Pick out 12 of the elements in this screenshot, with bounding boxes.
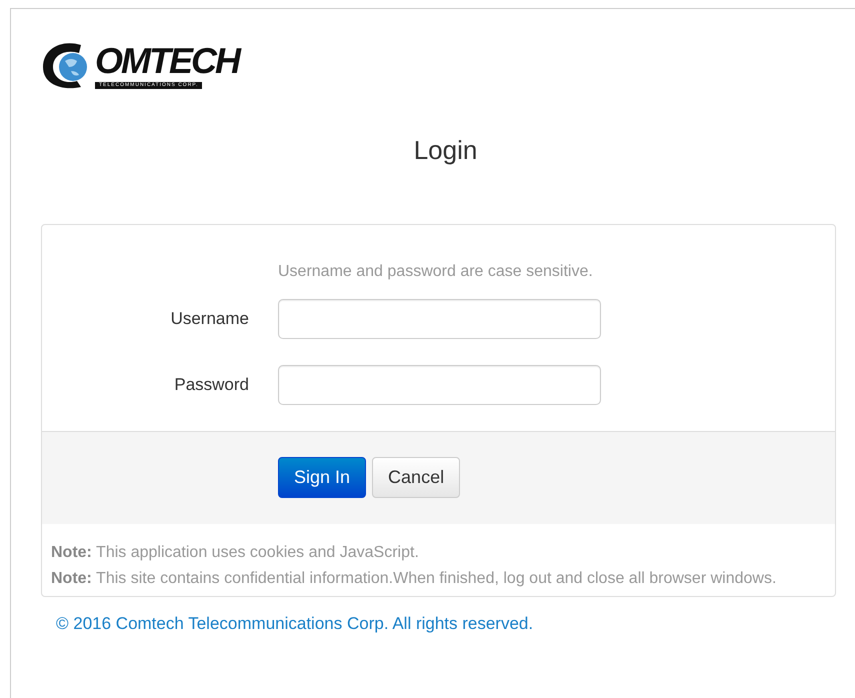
cancel-button[interactable]: Cancel: [372, 457, 460, 498]
hint-text: Username and password are case sensitive.: [278, 263, 594, 282]
input-field[interactable]: [278, 299, 601, 339]
logo-wordmark: OMTECH: [95, 45, 239, 77]
field-label: Password: [173, 375, 249, 395]
field-label: Username: [170, 309, 249, 329]
copyright-text: © 2016 Comtech Telecommunications Corp. All rights reserved.: [56, 614, 534, 634]
note-text: Note: This site contains confidential information.When finished, log out and close all browser windows.: [51, 569, 778, 589]
page-title: Login: [412, 135, 478, 166]
note-text: Note: This application uses cookies and JavaScript.: [51, 543, 420, 563]
sign-in-button[interactable]: Sign In: [278, 457, 366, 498]
input-field[interactable]: [278, 365, 601, 405]
